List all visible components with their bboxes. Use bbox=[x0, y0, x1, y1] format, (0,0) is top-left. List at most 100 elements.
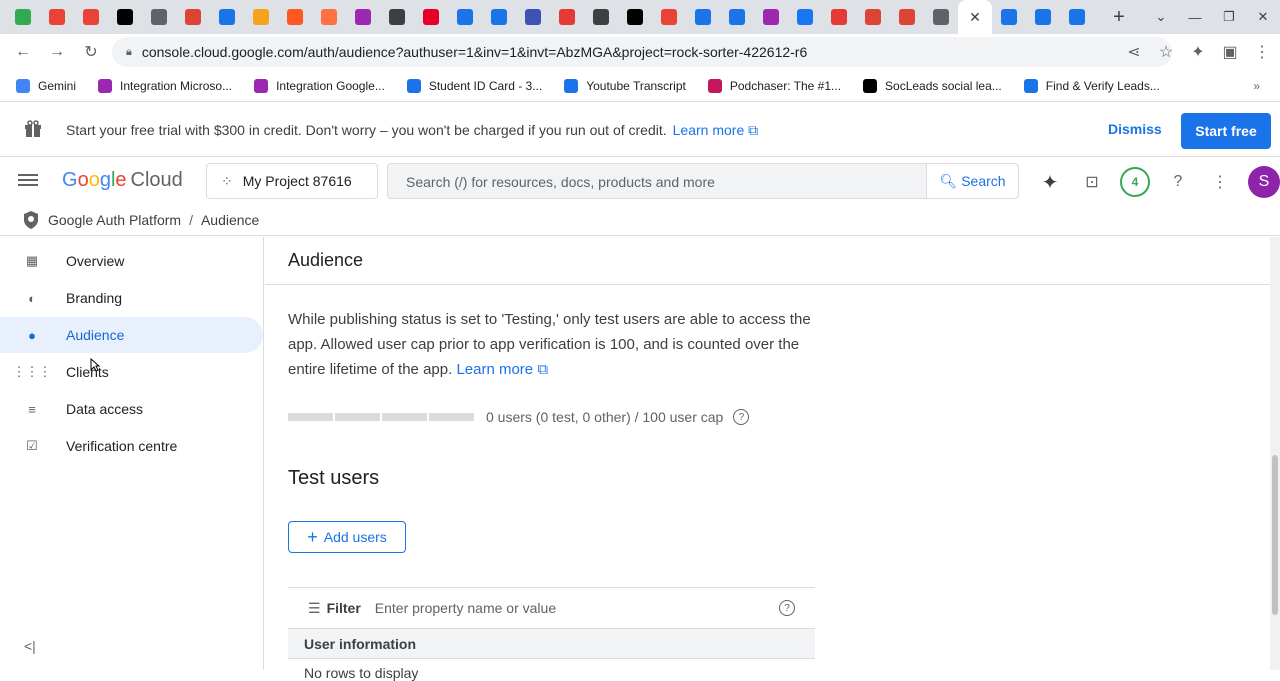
browser-tab[interactable] bbox=[720, 0, 754, 34]
minimize-icon[interactable]: — bbox=[1178, 10, 1212, 25]
breadcrumb-root[interactable]: Google Auth Platform bbox=[48, 212, 181, 228]
browser-tab[interactable] bbox=[822, 0, 856, 34]
browser-tab[interactable] bbox=[278, 0, 312, 34]
extensions-icon[interactable]: ✦ bbox=[1188, 42, 1208, 62]
bookmark-label: Student ID Card - 3... bbox=[428, 78, 543, 93]
bookmark-item[interactable]: SocLeads social lea... bbox=[863, 78, 1002, 93]
browser-tab[interactable] bbox=[788, 0, 822, 34]
sidebar-item-audience[interactable]: ● Audience bbox=[0, 317, 263, 353]
header-actions: ✦ ⊡ 4 ? ⋮ S bbox=[1036, 166, 1280, 198]
tab-favicon-icon bbox=[593, 9, 609, 25]
project-picker-button[interactable]: ⁘ My Project 87616 bbox=[206, 163, 378, 199]
browser-tab[interactable] bbox=[482, 0, 516, 34]
collapse-sidebar-icon[interactable]: <| bbox=[24, 638, 36, 654]
banner-learn-more-link[interactable]: Learn more ⧉ bbox=[673, 122, 758, 138]
browser-menu-icon[interactable]: ⋮ bbox=[1252, 42, 1272, 62]
free-trial-banner: Start your free trial with $300 in credi… bbox=[0, 103, 1280, 157]
reload-icon[interactable]: ↻ bbox=[74, 35, 108, 69]
title-divider bbox=[265, 284, 1270, 285]
browser-tab[interactable] bbox=[6, 0, 40, 34]
scrollbar-thumb[interactable] bbox=[1272, 455, 1278, 615]
browser-tab[interactable] bbox=[856, 0, 890, 34]
bookmark-item[interactable]: Student ID Card - 3... bbox=[406, 78, 543, 93]
sidebar-item-clients[interactable]: ⋮⋮⋮ Clients bbox=[0, 354, 263, 390]
active-tab[interactable]: ✕ bbox=[958, 0, 992, 34]
bookmark-item[interactable]: Find & Verify Leads... bbox=[1023, 78, 1160, 93]
page-scrollbar[interactable] bbox=[1270, 237, 1280, 670]
browser-tab[interactable] bbox=[448, 0, 482, 34]
settings-menu-icon[interactable]: ⋮ bbox=[1206, 168, 1234, 196]
avatar[interactable]: S bbox=[1248, 166, 1280, 198]
browser-tab[interactable] bbox=[890, 0, 924, 34]
maximize-icon[interactable]: ❐ bbox=[1212, 9, 1246, 25]
browser-tab[interactable] bbox=[244, 0, 278, 34]
browser-tab[interactable] bbox=[74, 0, 108, 34]
browser-tab[interactable] bbox=[414, 0, 448, 34]
sidebar-item-data-access[interactable]: ≡ Data access bbox=[0, 391, 263, 427]
browser-tab[interactable] bbox=[924, 0, 958, 34]
close-window-icon[interactable]: ✕ bbox=[1246, 9, 1280, 25]
browser-tab[interactable] bbox=[210, 0, 244, 34]
cloud-shell-icon[interactable]: ⊡ bbox=[1078, 168, 1106, 196]
browser-tab[interactable] bbox=[40, 0, 74, 34]
main-menu-icon[interactable] bbox=[18, 171, 38, 191]
bookmark-item[interactable]: Gemini bbox=[16, 78, 76, 93]
browser-tab[interactable] bbox=[346, 0, 380, 34]
side-panel-icon[interactable]: ▣ bbox=[1220, 42, 1240, 62]
tab-favicon-icon bbox=[1035, 9, 1051, 25]
learn-more-link[interactable]: Learn more ⧉ bbox=[456, 361, 548, 378]
add-users-button[interactable]: + Add users bbox=[288, 521, 406, 553]
bookmark-item[interactable]: Podchaser: The #1... bbox=[707, 78, 841, 93]
google-cloud-logo[interactable]: Google Cloud bbox=[62, 169, 183, 192]
bookmark-item[interactable]: Integration Google... bbox=[254, 78, 385, 93]
forward-icon[interactable]: → bbox=[40, 35, 74, 69]
browser-tab[interactable] bbox=[176, 0, 210, 34]
user-cap-help-icon[interactable]: ? bbox=[733, 409, 750, 425]
tab-search-icon[interactable]: ⌄ bbox=[1144, 9, 1178, 25]
sidebar-item-overview[interactable]: ▦ Overview bbox=[0, 243, 263, 279]
bookmark-favicon-icon bbox=[707, 78, 722, 93]
sidebar-item-branding[interactable]: ◐ Branding bbox=[0, 280, 263, 316]
browser-tab[interactable] bbox=[584, 0, 618, 34]
share-icon[interactable]: ⋖ bbox=[1124, 42, 1144, 62]
browser-tab[interactable] bbox=[312, 0, 346, 34]
bookmark-item[interactable]: Integration Microso... bbox=[98, 78, 232, 93]
browser-tab[interactable] bbox=[686, 0, 720, 34]
browser-tab[interactable] bbox=[380, 0, 414, 34]
address-bar[interactable]: 🔒︎ console.cloud.google.com/auth/audienc… bbox=[112, 37, 1172, 67]
new-tab-button[interactable]: + bbox=[1102, 0, 1136, 34]
browser-tab[interactable] bbox=[1060, 0, 1094, 34]
start-free-button[interactable]: Start free bbox=[1181, 113, 1271, 149]
logo-letter: g bbox=[99, 169, 111, 191]
gemini-sparkle-icon[interactable]: ✦ bbox=[1036, 168, 1064, 196]
tab-favicon-icon bbox=[831, 9, 847, 25]
browser-tab[interactable] bbox=[108, 0, 142, 34]
browser-tab-strip: ✕ + ⌄ — ❐ ✕ bbox=[0, 0, 1280, 34]
browser-tab[interactable] bbox=[754, 0, 788, 34]
search-button[interactable]: 🔍︎ Search bbox=[926, 164, 1018, 198]
browser-tab[interactable] bbox=[618, 0, 652, 34]
bookmark-item[interactable]: Youtube Transcript bbox=[564, 78, 686, 93]
browser-tab[interactable] bbox=[992, 0, 1026, 34]
browser-tab[interactable] bbox=[652, 0, 686, 34]
page-title: Audience bbox=[288, 250, 364, 270]
filter-help-icon[interactable]: ? bbox=[779, 600, 795, 616]
sidebar-item-verification-centre[interactable]: ☑ Verification centre bbox=[0, 428, 263, 464]
search-input[interactable]: Search (/) for resources, docs, products… bbox=[406, 174, 715, 190]
sidebar-item-label: Clients bbox=[66, 364, 109, 380]
browser-tab[interactable] bbox=[550, 0, 584, 34]
url-text: console.cloud.google.com/auth/audience?a… bbox=[141, 44, 808, 60]
bookmarks-overflow-icon[interactable]: » bbox=[1253, 79, 1260, 93]
notifications-badge[interactable]: 4 bbox=[1120, 167, 1150, 197]
table-header-user-information[interactable]: User information bbox=[288, 629, 815, 659]
audience-icon: ● bbox=[28, 327, 36, 343]
help-icon[interactable]: ? bbox=[1164, 168, 1192, 196]
dismiss-button[interactable]: Dismiss bbox=[1108, 121, 1162, 137]
browser-tab[interactable] bbox=[1026, 0, 1060, 34]
filter-input[interactable]: Enter property name or value bbox=[375, 600, 556, 616]
browser-tab[interactable] bbox=[142, 0, 176, 34]
browser-tab[interactable] bbox=[516, 0, 550, 34]
back-icon[interactable]: ← bbox=[6, 35, 40, 69]
close-tab-icon[interactable]: ✕ bbox=[969, 9, 981, 26]
bookmark-star-icon[interactable]: ☆ bbox=[1156, 42, 1176, 62]
